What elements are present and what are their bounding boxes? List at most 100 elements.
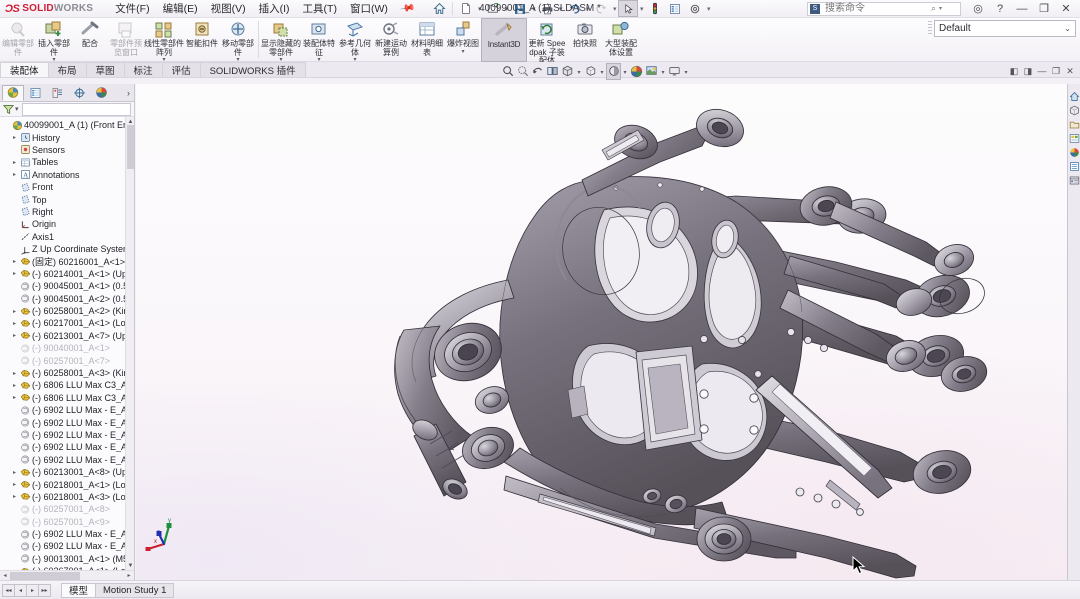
expand-arrow-icon[interactable]: ▸ [10, 493, 19, 500]
tree-item[interactable]: Axis1 [0, 231, 134, 243]
doc-minimize-icon[interactable]: — [1035, 64, 1049, 78]
pin-icon[interactable]: 📌 [399, 0, 416, 16]
tree-item[interactable]: ▸ (-) 60214001_A<1> (Upright - [0, 268, 134, 280]
undo-dropdown[interactable]: ▾ [584, 0, 591, 17]
feature-manager-tab[interactable] [2, 84, 24, 101]
tree-root-item[interactable]: 40099001_A (1) (Front End Sub As [0, 119, 134, 131]
scene-dropdown[interactable]: ▾ [659, 63, 667, 80]
hscroll-thumb[interactable] [10, 571, 80, 580]
insert-components-button[interactable]: 插入零部件 ▾ [36, 18, 72, 63]
tree-item[interactable]: (-) 6902 LLU Max - E_A<22> () [0, 540, 134, 552]
open-document-dropdown[interactable]: ▾ [503, 0, 510, 17]
expand-arrow-icon[interactable]: ▸ [10, 469, 19, 476]
tree-item[interactable]: ▸ (-) 60258001_A<2> (Kingpin S [0, 305, 134, 317]
tree-item[interactable]: ▸ (-) 60213001_A<8> (Upper Ar [0, 466, 134, 478]
open-document-icon[interactable] [483, 0, 503, 17]
section-view-icon[interactable] [545, 63, 560, 80]
save-icon[interactable] [510, 0, 530, 17]
bill-of-materials-button[interactable]: 材料明细表 [409, 18, 445, 62]
tile-vertical-icon[interactable]: ◨ [1021, 64, 1035, 78]
move-component-button[interactable]: 移动零部件 ▾ [220, 18, 256, 63]
expand-arrow-icon[interactable]: ▸ [10, 481, 19, 488]
menu-item-insert[interactable]: 插入(I) [253, 0, 296, 18]
tree-item[interactable]: ▸ History [0, 131, 134, 143]
expand-arrow-icon[interactable]: ▸ [10, 370, 19, 377]
hide-show-items-dropdown[interactable]: ▾ [621, 63, 629, 80]
scene-icon[interactable] [644, 63, 659, 80]
tree-item[interactable]: (-) 60257001_A<7> [0, 354, 134, 366]
tile-horizontal-icon[interactable]: ◧ [1007, 64, 1021, 78]
mate-button[interactable]: 配合 [72, 18, 108, 62]
print-dropdown[interactable]: ▾ [557, 0, 564, 17]
instant3d-button[interactable]: Instant3D [481, 18, 527, 62]
select-cursor-dropdown[interactable]: ▾ [638, 0, 645, 17]
hscroll-track[interactable] [10, 571, 124, 580]
tree-item[interactable]: ▸ (-) 6806 LLU Max C3_A<2> (Ø [0, 392, 134, 404]
tree-item[interactable]: Right [0, 206, 134, 218]
tree-item[interactable]: (-) 6902 LLU Max - E_A<15> () [0, 416, 134, 428]
new-document-dropdown[interactable]: ▾ [476, 0, 483, 17]
appearances-icon[interactable] [629, 63, 644, 80]
edit-component-button[interactable]: 编辑零部件 [0, 18, 36, 62]
chevron-down-icon[interactable]: ⌄ [1064, 24, 1071, 33]
expand-arrow-icon[interactable]: ▸ [10, 332, 19, 339]
custom-properties-icon[interactable] [1068, 160, 1080, 173]
tree-item[interactable]: Origin [0, 218, 134, 230]
update-speedpak-button[interactable]: 更新 Speedpak 子装配体 [527, 18, 567, 65]
filter-dropdown-caret[interactable]: ▾ [15, 105, 19, 113]
tree-item[interactable]: (-) 6902 LLU Max - E_A<17> () [0, 441, 134, 453]
save-dropdown[interactable]: ▾ [530, 0, 537, 17]
tree-item[interactable]: ▸ Tables [0, 156, 134, 168]
tree-item[interactable]: ▸ (-) 6806 LLU Max C3_A<1> (Ø [0, 379, 134, 391]
smart-fasteners-button[interactable]: 智能扣件 [184, 18, 220, 62]
options-dropdown[interactable]: ▾ [705, 0, 712, 17]
display-manager-tab[interactable] [90, 85, 112, 101]
options-gear-icon[interactable] [685, 0, 705, 17]
tree-item[interactable]: ▸ (-) 60218001_A<1> (Lower AR [0, 478, 134, 490]
configuration-select[interactable]: Default ⌄ [934, 19, 1076, 37]
doc-close-icon[interactable]: ✕ [1063, 64, 1077, 78]
feature-tree-scrollbar[interactable]: ▲ ▼ [125, 117, 134, 570]
tree-item[interactable]: (-) 90045001_A<2> (0.5 x 0.6 [0, 292, 134, 304]
tree-item[interactable]: (-) 90045001_A<1> (0.5 x 0.6 [0, 280, 134, 292]
tree-item[interactable]: Top [0, 193, 134, 205]
display-style-dropdown[interactable]: ▾ [598, 63, 606, 80]
tree-item[interactable]: ▸ (-) 60217001_A<1> (Lower Fra [0, 317, 134, 329]
linear-component-pattern-button[interactable]: 线性零部件阵列 ▾ [144, 18, 184, 63]
scroll-down-icon[interactable]: ▼ [126, 561, 134, 570]
minimize-button[interactable]: — [1011, 0, 1033, 17]
expand-arrow-icon[interactable]: ▸ [10, 258, 19, 265]
home-icon[interactable] [429, 0, 449, 17]
close-button[interactable]: ✕ [1055, 0, 1077, 17]
tree-item[interactable]: ▸ (-) 60258001_A<3> (Kingpin S [0, 367, 134, 379]
exploded-view-button[interactable]: 爆炸视图 ▾ [445, 18, 481, 62]
redo-icon[interactable] [591, 0, 611, 17]
exploded-view-dropdown-arrow[interactable]: ▾ [461, 49, 464, 55]
appearances-scenes-icon[interactable] [1068, 146, 1080, 159]
tree-item[interactable]: ▸ (-) 60267001_A<1> (Large Kin [0, 565, 134, 570]
tree-item[interactable]: ▸ (固定) 60216001_A<1> (Bulkhe [0, 255, 134, 267]
view-orientation-dropdown[interactable]: ▾ [575, 63, 583, 80]
search-command-box[interactable]: S ⌕ ▾ [807, 1, 961, 16]
nav-last-button[interactable]: ▸▸ [38, 583, 51, 597]
reference-geometry-button[interactable]: 参考几何体 ▾ [337, 18, 373, 63]
tab-evaluate[interactable]: 评估 [161, 62, 201, 77]
feature-tree-filter-input[interactable] [21, 102, 131, 116]
file-explorer-icon[interactable] [1068, 118, 1080, 131]
view-palette-icon[interactable] [1068, 132, 1080, 145]
assembly-3d-model[interactable] [136, 84, 1067, 580]
tree-item[interactable]: (-) 90040001_A<1> [0, 342, 134, 354]
tree-item[interactable]: (-) 6902 LLU Max - E_A<16> () [0, 429, 134, 441]
menu-item-view[interactable]: 视图(V) [205, 0, 252, 18]
menu-item-tools[interactable]: 工具(T) [297, 0, 343, 18]
large-assembly-settings-button[interactable]: 大型装配体设置 [603, 18, 639, 62]
dimxpert-manager-tab[interactable] [68, 85, 90, 101]
tab-motion-study-1[interactable]: Motion Study 1 [95, 582, 175, 598]
feature-tree-hscrollbar[interactable]: ◂ ▸ [0, 570, 134, 580]
menu-item-file[interactable]: 文件(F) [109, 0, 155, 18]
new-document-icon[interactable] [456, 0, 476, 17]
expand-arrow-icon[interactable]: ▸ [10, 270, 19, 277]
zoom-to-area-icon[interactable] [515, 63, 530, 80]
rebuild-icon[interactable] [645, 0, 665, 17]
previous-view-icon[interactable] [530, 63, 545, 80]
